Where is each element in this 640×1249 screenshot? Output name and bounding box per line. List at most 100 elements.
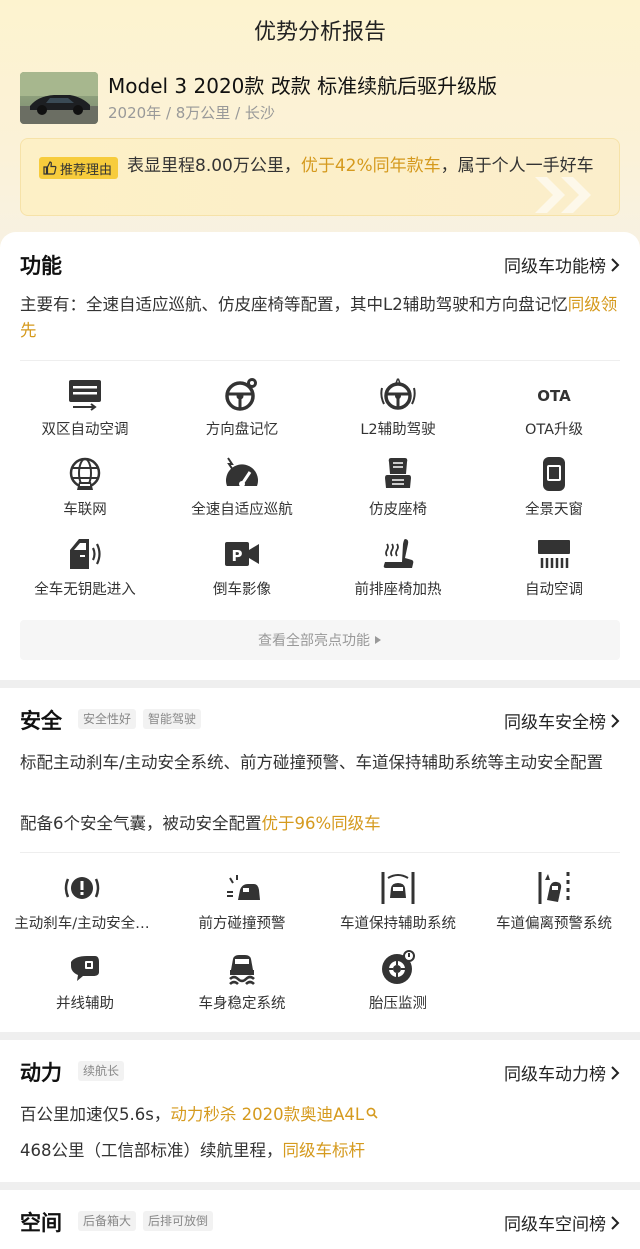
feature-label: 全速自适应巡航 [191, 502, 293, 518]
feature-item[interactable]: OTA OTA升级 [484, 376, 624, 439]
space-title: 空间 [20, 1211, 62, 1235]
feature-label: 并线辅助 [56, 996, 114, 1012]
function-desc-text: 主要有：全速自适应巡航、仿皮座椅等配置，其中L2辅助驾驶和方向盘记忆 [20, 295, 568, 314]
feature-label: 车道偏离预警系统 [496, 916, 612, 932]
safety-airbag-text: 配备6个安全气囊，被动安全配置优于96%同级车 [20, 811, 620, 837]
recommend-reason-label: 推荐理由 [60, 162, 113, 178]
active-brake-icon [64, 877, 100, 899]
feature-item[interactable]: 仿皮座椅 [328, 456, 468, 519]
safety-tag: 安全性好 [78, 709, 137, 729]
feature-item[interactable]: 自动空调 [484, 536, 624, 599]
power-title: 动力 [20, 1061, 62, 1085]
car-title[interactable]: Model 3 2020款 改款 标准续航后驱升级版 [108, 70, 497, 99]
power-accel-desc: 百公里加速仅5.6s， [20, 1105, 171, 1124]
safety-rank-link[interactable]: 同级车安全榜 [504, 708, 620, 733]
feature-item[interactable]: 主动刹车/主动安全… [12, 870, 152, 933]
stability-control-icon [229, 955, 255, 985]
function-rank-link[interactable]: 同级车功能榜 [504, 252, 620, 277]
keyless-entry-icon [70, 539, 101, 569]
car-thumbnail[interactable] [20, 72, 98, 124]
chevron-right-icon [611, 1215, 620, 1230]
divider [20, 852, 620, 853]
play-arrow-icon [375, 636, 381, 644]
feature-item[interactable]: 并线辅助 [15, 950, 155, 1013]
power-acceleration-text: 百公里加速仅5.6s，动力秒杀 2020款奥迪A4L [20, 1102, 620, 1128]
view-all-features-button[interactable]: 查看全部亮点功能 [20, 620, 620, 660]
l2-assist-icon: A [380, 378, 416, 410]
safety-airbag-desc: 配备6个安全气囊，被动安全配置 [20, 814, 262, 833]
divider [20, 360, 620, 361]
space-tag: 后排可放倒 [143, 1211, 214, 1231]
feature-item[interactable]: 前方碰撞预警 [172, 870, 312, 933]
panoramic-roof-icon [543, 457, 565, 491]
safety-tag: 智能驾驶 [143, 709, 202, 729]
feature-item[interactable]: 全速自适应巡航 [172, 456, 312, 519]
feature-label: 仿皮座椅 [369, 502, 427, 518]
feature-label: 胎压监测 [369, 996, 427, 1012]
feature-item[interactable]: 方向盘记忆 [172, 376, 312, 439]
chevron-right-icon [611, 257, 620, 272]
safety-airbag-highlight: 优于96%同级车 [261, 814, 381, 833]
space-rank-link[interactable]: 同级车空间榜 [504, 1210, 620, 1235]
safety-description: 标配主动刹车/主动安全系统、前方碰撞预警、车道保持辅助系统等主动安全配置 [20, 753, 604, 772]
feature-label: 主动刹车/主动安全… [14, 916, 150, 932]
function-title: 功能 [20, 254, 62, 278]
power-rank-label: 同级车动力榜 [504, 1065, 606, 1085]
feature-label: 前排座椅加热 [354, 582, 442, 598]
power-tag: 续航长 [78, 1061, 125, 1081]
lane-departure-icon [538, 872, 570, 904]
feature-label: L2辅助驾驶 [360, 422, 436, 438]
tire-pressure-icon [382, 950, 415, 984]
feature-label: 双区自动空调 [41, 422, 129, 438]
function-description: 主要有：全速自适应巡航、仿皮座椅等配置，其中L2辅助驾驶和方向盘记忆同级领先 [20, 292, 620, 344]
blind-spot-icon [71, 956, 99, 981]
feature-item[interactable]: P 倒车影像 [172, 536, 312, 599]
reason-highlight: 优于42%同年款车 [300, 156, 441, 176]
safety-section: 安全 安全性好 智能驾驶 同级车安全榜 标配主动刹车/主动安全系统、前方碰撞预警… [0, 688, 640, 1032]
feature-item[interactable]: 全车无钥匙进入 [15, 536, 155, 599]
feature-item[interactable]: 车联网 [15, 456, 155, 519]
feature-label: 倒车影像 [213, 582, 271, 598]
feature-label: 前方碰撞预警 [198, 916, 286, 932]
connected-car-icon [69, 457, 101, 490]
search-icon[interactable] [366, 1107, 378, 1119]
power-section: 动力 续航长 同级车动力榜 百公里加速仅5.6s，动力秒杀 2020款奥迪A4L… [0, 1040, 640, 1182]
chevron-right-icon [611, 1065, 620, 1080]
space-rank-label: 同级车空间榜 [504, 1215, 606, 1235]
feature-label: OTA升级 [524, 422, 584, 438]
leather-seat-icon [385, 458, 411, 488]
power-rank-link[interactable]: 同级车动力榜 [504, 1060, 620, 1085]
feature-item[interactable]: 双区自动空调 [15, 376, 155, 439]
ota-icon: OTA [537, 387, 571, 405]
space-tag: 后备箱大 [78, 1211, 137, 1231]
feature-label: 车身稳定系统 [198, 996, 286, 1012]
safety-rank-label: 同级车安全榜 [504, 713, 606, 733]
report-header: 优势分析报告 Model 3 2020款 改款 标准续航后驱升级版 2020年 … [0, 0, 640, 260]
feature-item[interactable]: 车身稳定系统 [172, 950, 312, 1013]
reason-text: 表显里程8.00万公里，优于42%同年款车，属于个人一手好车 [39, 153, 609, 180]
recommend-reason-box: 表显里程8.00万公里，优于42%同年款车，属于个人一手好车 推荐理由 [20, 138, 620, 216]
svg-text:OTA: OTA [537, 387, 571, 405]
feature-label: 车道保持辅助系统 [340, 916, 456, 932]
feature-item[interactable]: 胎压监测 [328, 950, 468, 1013]
adaptive-cruise-icon [226, 457, 258, 487]
function-rank-label: 同级车功能榜 [504, 257, 606, 277]
feature-item[interactable]: 全景天窗 [484, 456, 624, 519]
feature-label: 车联网 [63, 502, 107, 518]
power-range-desc: 468公里（工信部标准）续航里程， [20, 1141, 283, 1160]
collision-warning-icon [227, 875, 260, 900]
feature-label: 全景天窗 [525, 502, 583, 518]
reason-text-a: 表显里程8.00万公里， [127, 156, 301, 176]
seat-heating-icon [383, 539, 414, 568]
thumbs-up-icon [43, 161, 57, 175]
feature-item[interactable]: 前排座椅加热 [328, 536, 468, 599]
function-section: 功能 同级车功能榜 主要有：全速自适应巡航、仿皮座椅等配置，其中L2辅助驾驶和方… [0, 232, 640, 680]
feature-item[interactable]: A L2辅助驾驶 [328, 376, 468, 439]
dual-zone-ac-icon [69, 380, 101, 411]
feature-item[interactable]: 车道偏离预警系统 [484, 870, 624, 933]
feature-item[interactable]: 车道保持辅助系统 [328, 870, 468, 933]
feature-label: 方向盘记忆 [205, 422, 279, 438]
power-compare-link[interactable]: 动力秒杀 2020款奥迪A4L [170, 1105, 364, 1124]
feature-label: 全车无钥匙进入 [34, 582, 136, 598]
space-section: 空间 后备箱大 后排可放倒 同级车空间榜 [0, 1190, 640, 1249]
